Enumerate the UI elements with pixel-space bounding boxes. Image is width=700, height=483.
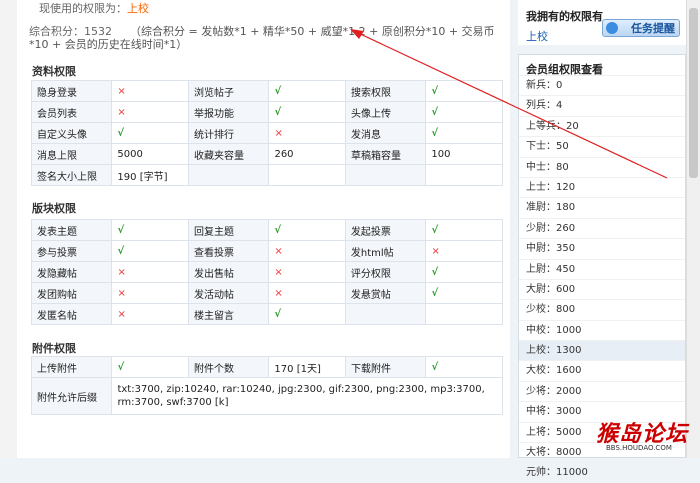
arrow-head	[350, 29, 364, 39]
annotation-arrow	[350, 29, 668, 179]
rank-item[interactable]: 元帅：11000	[519, 462, 685, 482]
arrow-line	[355, 31, 668, 179]
